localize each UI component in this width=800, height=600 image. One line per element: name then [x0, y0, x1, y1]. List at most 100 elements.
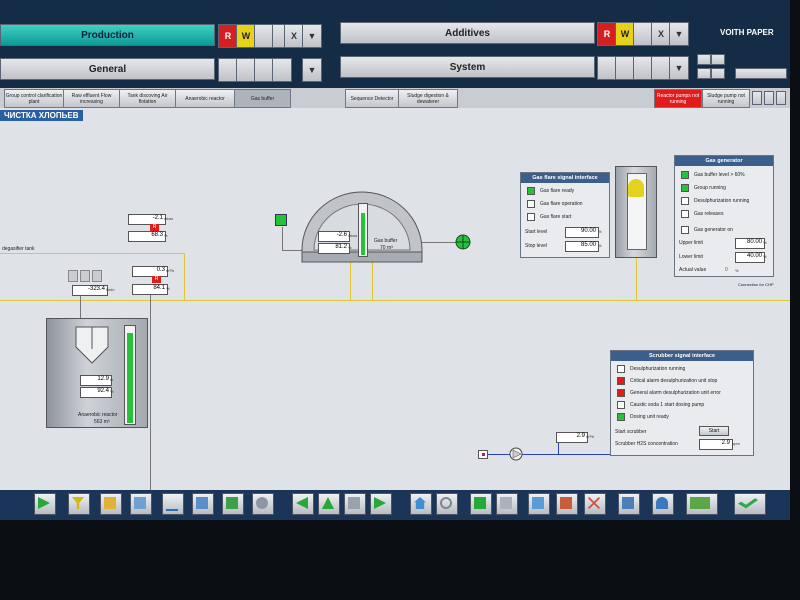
scroll-up-button[interactable]	[711, 54, 725, 65]
settings-icon[interactable]	[252, 493, 274, 515]
trend-icon[interactable]	[162, 493, 184, 515]
filter-icon[interactable]	[68, 493, 90, 515]
tab-raw-effluent[interactable]: Raw effluent Flow increasing	[63, 89, 120, 108]
refresh-icon[interactable]	[436, 493, 458, 515]
arrow-left-right-icon[interactable]	[470, 493, 492, 515]
tab-sequence-detector[interactable]: Sequence Detector	[345, 89, 399, 108]
group-running-row: Group running	[681, 184, 726, 192]
monitor-icon[interactable]	[618, 493, 640, 515]
reactor-pumps-alarm[interactable]: Reactor pumps not running	[654, 89, 702, 108]
valve-icon[interactable]	[80, 270, 90, 282]
generator-on-row[interactable]: Gas generator on	[681, 226, 733, 234]
h2s-label: Scrubber H2S concentration	[615, 441, 678, 447]
transfer-icon[interactable]	[222, 493, 244, 515]
status-indicator	[617, 401, 625, 409]
checkbox[interactable]	[681, 226, 689, 234]
gas-generator-column[interactable]	[615, 166, 657, 258]
copy-icon[interactable]	[496, 493, 518, 515]
upper-limit-input[interactable]: 80.00	[735, 238, 765, 249]
empty-slot	[272, 58, 292, 82]
tab-gas-buffer[interactable]: Gas buffer	[234, 89, 291, 108]
level-readout: 84.1	[132, 284, 168, 295]
system-button[interactable]: System	[340, 56, 595, 78]
status-indicator	[617, 365, 625, 373]
stack-icon[interactable]	[344, 493, 366, 515]
scroll-up-button[interactable]	[697, 54, 711, 65]
tab-air-flotation[interactable]: Tank discoving Air flotation	[119, 89, 176, 108]
blower-icon[interactable]	[455, 234, 471, 250]
tab-group-control[interactable]: Group control clarification plant	[4, 89, 64, 108]
close-x-button[interactable]: X	[651, 22, 671, 46]
tab-anaerobic-reactor[interactable]: Anaerobic reactor	[175, 89, 235, 108]
user-icon[interactable]	[652, 493, 674, 515]
reactor-level-bar	[124, 325, 136, 425]
sludge-pump-status[interactable]: Sludge pump not running	[702, 89, 750, 108]
alarm-w-indicator[interactable]: W	[615, 22, 635, 46]
flow-readout: -323.4	[72, 285, 108, 296]
close-x-button[interactable]: X	[284, 24, 304, 48]
critical-alarm-row: Critical alarm desulphurization unit sto…	[617, 377, 717, 385]
valve-icon[interactable]	[92, 270, 102, 282]
list-icon[interactable]	[192, 493, 214, 515]
arrow-down-icon[interactable]: ▼	[669, 22, 689, 46]
gas-inlet-valve[interactable]	[275, 214, 287, 226]
empty-slot	[236, 58, 256, 82]
scroll-down-button[interactable]	[697, 68, 711, 79]
lower-limit-input[interactable]: 40.00	[735, 252, 765, 263]
alarm-r-indicator[interactable]: R	[218, 24, 238, 48]
additives-button[interactable]: Additives	[340, 22, 595, 44]
unit-label: mbar	[164, 216, 174, 221]
stop-level-input[interactable]: 85.00	[565, 241, 599, 252]
user-field[interactable]	[735, 68, 787, 79]
tab-sludge-digestion[interactable]: Sludge digestion & dewaterer	[398, 89, 458, 108]
unit-label: %	[598, 243, 602, 248]
unit-label: l/min	[106, 287, 115, 292]
arrow-up-icon[interactable]	[318, 493, 340, 515]
buffer-pressure-readout: -2.6	[318, 231, 350, 242]
general-button[interactable]: General	[0, 58, 215, 80]
arrow-right-icon[interactable]	[370, 493, 392, 515]
print-icon[interactable]	[556, 493, 578, 515]
alarm-w-indicator[interactable]: W	[236, 24, 256, 48]
play-icon[interactable]	[34, 493, 56, 515]
acknowledge-icon[interactable]	[734, 493, 766, 515]
chp-connection-note: Connection for CHP	[738, 282, 774, 287]
unit-label: %	[166, 286, 170, 291]
row-label: Gas flare operation	[540, 201, 583, 207]
report-icon[interactable]	[130, 493, 152, 515]
document-icon[interactable]	[528, 493, 550, 515]
valve-icon[interactable]	[68, 270, 78, 282]
production-button[interactable]: Production	[0, 24, 215, 46]
close-alarm-icon[interactable]	[584, 493, 606, 515]
scroll-down-button[interactable]	[711, 68, 725, 79]
sound-icon[interactable]	[686, 493, 718, 515]
dosing-source[interactable]	[478, 450, 488, 459]
toggle-button[interactable]	[752, 91, 762, 105]
folder-icon[interactable]	[100, 493, 122, 515]
status-indicator	[527, 213, 535, 221]
pump-icon[interactable]	[509, 447, 525, 461]
arrow-down-icon[interactable]: ▼	[302, 58, 322, 82]
home-icon[interactable]	[410, 493, 432, 515]
alarm-r-badge[interactable]: R	[150, 224, 159, 231]
toggle-button[interactable]	[776, 91, 786, 105]
buffer-level-readout: 81.2	[318, 243, 350, 254]
arrow-down-icon[interactable]: ▼	[302, 24, 322, 48]
desulphurization-running-row: Desulphurization running	[617, 365, 685, 373]
toggle-button[interactable]	[764, 91, 774, 105]
start-level-input[interactable]: 90.00	[565, 227, 599, 238]
arrow-down-icon[interactable]: ▼	[669, 56, 689, 80]
pipe	[350, 262, 351, 300]
status-indicator	[681, 171, 689, 179]
arrow-left-icon[interactable]	[292, 493, 314, 515]
gas-flare-panel: Gas flare signal interface Gas flare rea…	[520, 172, 610, 258]
alarm-r-badge[interactable]: R	[152, 276, 161, 283]
row-label: Desulphurization running	[630, 366, 686, 372]
alarm-r-indicator[interactable]: R	[597, 22, 617, 46]
status-indicator	[681, 210, 689, 218]
start-scrubber-button[interactable]: Start	[699, 426, 729, 436]
pressure-readout: -2.1	[128, 214, 166, 225]
pipe	[420, 242, 458, 243]
unit-label: mbar	[348, 233, 358, 238]
status-indicator	[681, 184, 689, 192]
